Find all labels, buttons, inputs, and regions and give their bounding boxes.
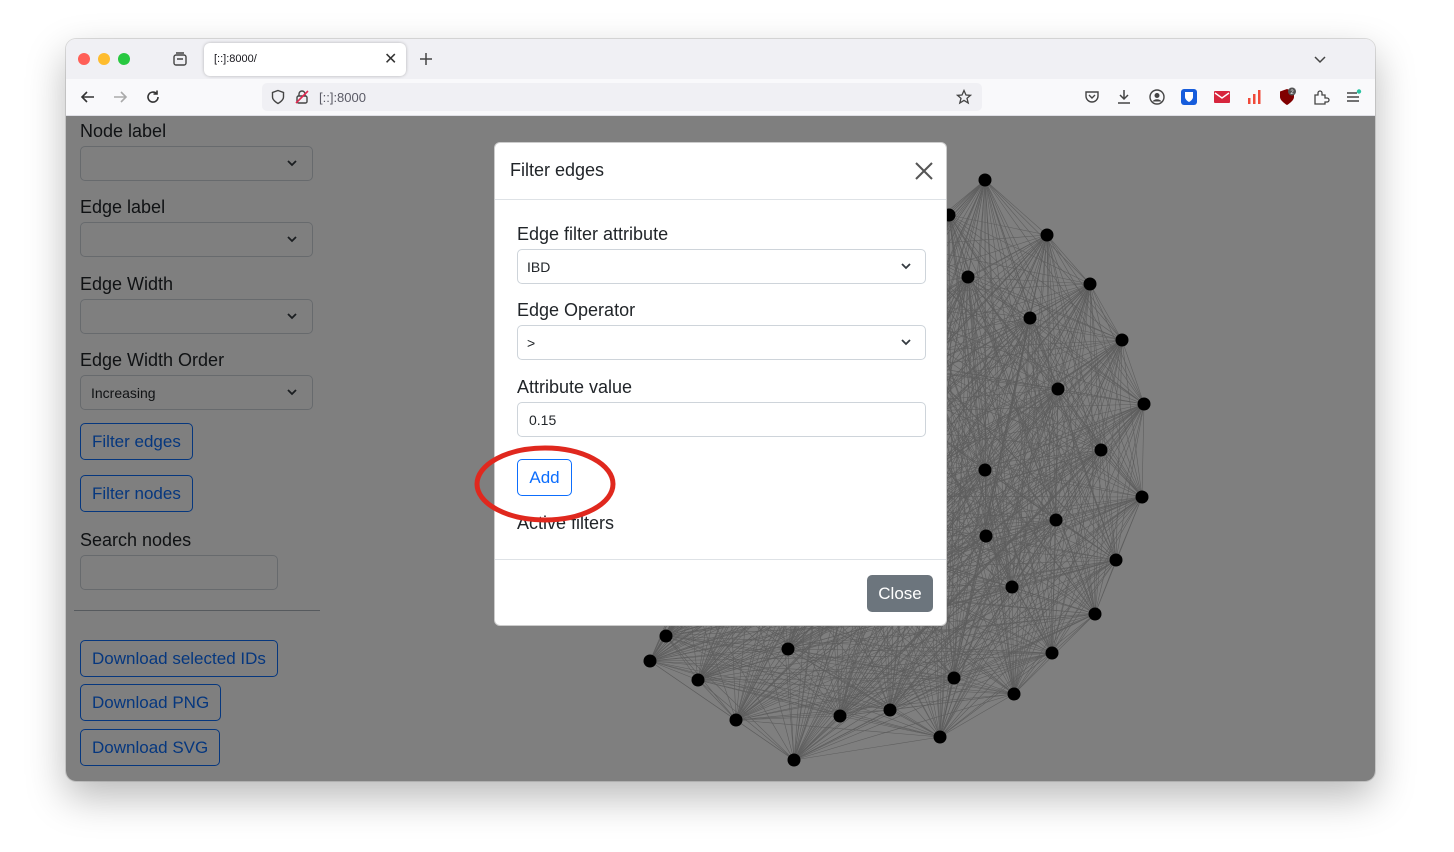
back-icon[interactable] [80, 89, 96, 105]
edge-operator-value: > [527, 335, 536, 351]
edge-operator-label: Edge Operator [517, 300, 636, 320]
bitwarden-extension-icon[interactable] [1179, 87, 1199, 107]
insecure-lock-icon[interactable] [294, 89, 310, 105]
attribute-value-label: Attribute value [517, 377, 633, 397]
highlight-annotation-ellipse [474, 445, 616, 523]
close-button[interactable]: Close [867, 575, 933, 612]
modal-title: Filter edges [510, 160, 605, 180]
forward-icon[interactable] [112, 89, 128, 105]
edge-filter-attribute-select[interactable]: IBD [517, 249, 926, 284]
modal-footer: Close [495, 559, 946, 627]
chevron-down-icon [901, 263, 911, 270]
close-window-button[interactable] [78, 53, 90, 65]
tab-overview-icon[interactable] [172, 51, 188, 67]
list-tabs-chevron-icon[interactable] [1313, 52, 1327, 66]
mail-extension-icon[interactable] [1212, 87, 1232, 107]
zoom-window-button[interactable] [118, 53, 130, 65]
tracking-protection-shield-icon[interactable] [270, 89, 286, 105]
chevron-down-icon [901, 339, 911, 346]
downloads-icon[interactable] [1114, 87, 1134, 107]
new-tab-icon[interactable] [418, 51, 434, 67]
close-tab-icon[interactable]: ✕ [384, 49, 397, 69]
address-bar[interactable]: [::]:8000 [262, 83, 982, 111]
extensions-puzzle-icon[interactable] [1311, 87, 1331, 107]
app-menu-icon[interactable] [1343, 87, 1363, 107]
url-text: [::]:8000 [319, 90, 366, 105]
tab-bar: [::]:8000/ ✕ [66, 39, 1375, 79]
edge-filter-attribute-label: Edge filter attribute [517, 224, 669, 244]
edge-filter-attribute-value: IBD [527, 259, 551, 275]
close-icon[interactable] [913, 160, 935, 182]
page-content: Node label Edge label Edge Width Edge Wi… [66, 116, 1375, 781]
pocket-icon[interactable] [1082, 87, 1102, 107]
bookmark-star-icon[interactable] [956, 89, 972, 105]
attribute-value-input[interactable] [517, 402, 926, 437]
minimize-window-button[interactable] [98, 53, 110, 65]
analytics-extension-icon[interactable] [1244, 87, 1264, 107]
navigation-bar: [::]:8000 2 [66, 79, 1375, 116]
edge-operator-select[interactable]: > [517, 325, 926, 360]
ublock-extension-icon[interactable]: 2 [1277, 87, 1297, 107]
filter-edges-modal: Filter edges Edge filter attribute IBD E… [494, 142, 947, 626]
tab-title: [::]:8000/ [214, 53, 257, 65]
account-icon[interactable] [1147, 87, 1167, 107]
active-tab[interactable]: [::]:8000/ ✕ [204, 43, 406, 76]
browser-window: [::]:8000/ ✕ [::]:8000 2 Filter edges Ed… [66, 39, 1375, 781]
reload-icon[interactable] [145, 89, 161, 105]
modal-header: Filter edges [495, 143, 946, 200]
